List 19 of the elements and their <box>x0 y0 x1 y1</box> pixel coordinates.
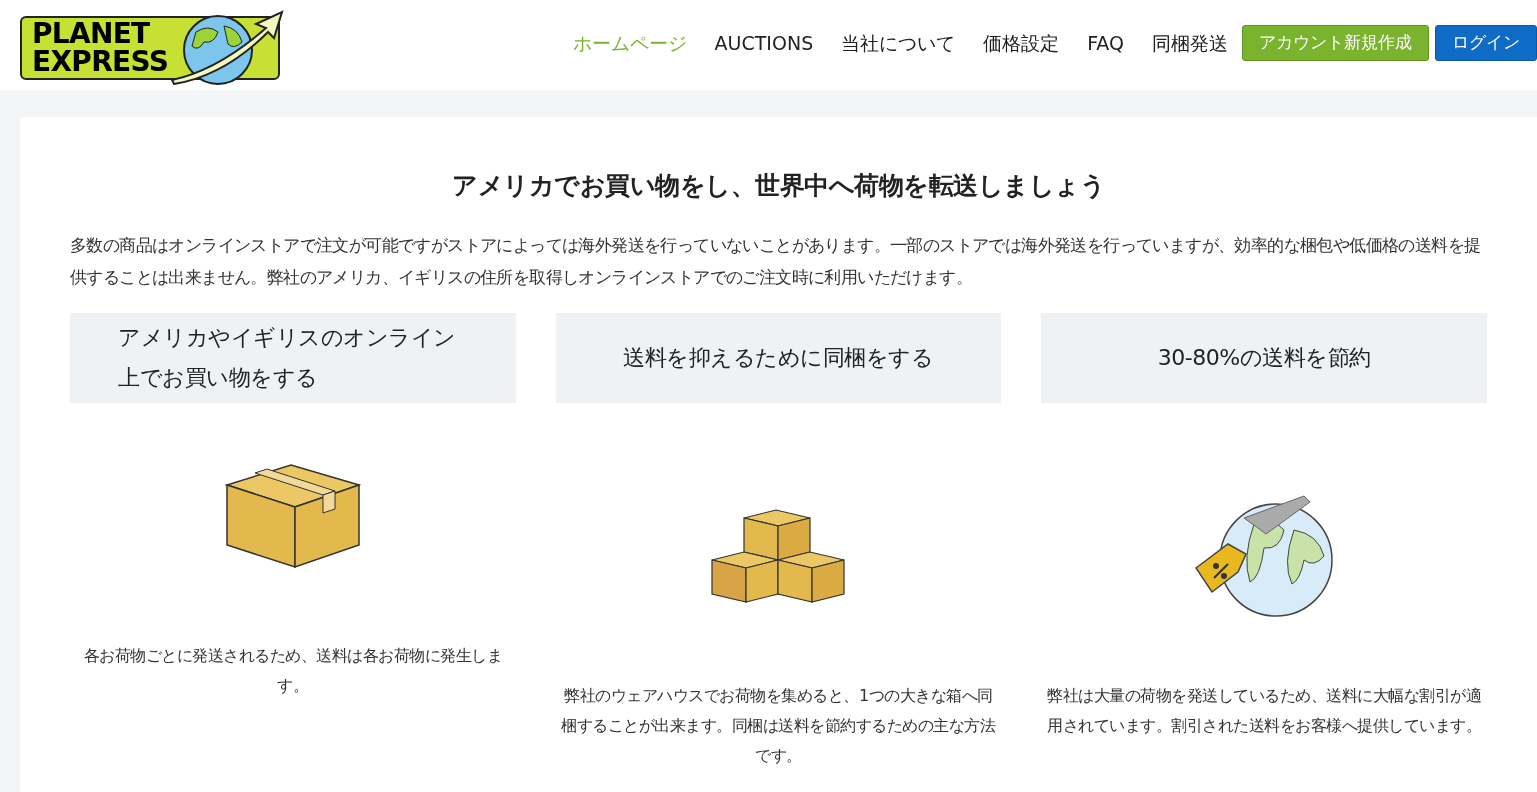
feature-title-panel: 30-80%の送料を節約 <box>1041 312 1487 403</box>
nav-link[interactable]: AUCTIONS <box>714 28 814 58</box>
nav-link[interactable]: 同梱発送 <box>1152 28 1228 58</box>
intro-paragraph: 多数の商品はオンラインストアで注文が可能ですがストアによっては海外発送を行っていないことがあります。一部のストアでは海外発送を行っていますが、効率的な梱包や低価格の送料を提供することは出来ません。弊社のアメリカ、イギリスの住所を取得しオンラインストアでのご注文時に利用いただけます。 <box>70 233 1482 289</box>
feature-title-panel: 送料を抑えるために同梱をする <box>555 312 1002 403</box>
login-button[interactable]: ログイン <box>1435 25 1537 61</box>
nav-link[interactable]: 当社について <box>841 28 956 58</box>
logo-text: EXPRESS <box>32 48 169 76</box>
nav-link[interactable]: 価格設定 <box>983 28 1060 58</box>
nav-link[interactable]: FAQ <box>1087 28 1124 58</box>
stacked-boxes-icon <box>710 507 847 604</box>
feature-description: 各お荷物ごとに発送されるため、送料は各お荷物に発生します。 <box>82 644 504 697</box>
globe-plane-tag-icon <box>1194 493 1335 618</box>
feature-description: 弊社は大量の荷物を発送しているため、送料に大幅な割引が適用されています。割引された送料をお客様へ提供しています。 <box>1046 684 1483 737</box>
logo-text: PLANET <box>32 20 151 48</box>
page-heading: アメリカでお買い物をし、世界中へ荷物を転送しましょう <box>451 170 1106 202</box>
feature-description: 弊社のウェアハウスでお荷物を集めると、1つの大きな箱へ同梱することが出来ます。同梱は送料を節約するための主な方法です。 <box>560 684 997 767</box>
cardboard-box-icon <box>224 462 361 569</box>
feature-title-panel: アメリカやイギリスのオンライン上でお買い物をする <box>70 312 516 403</box>
